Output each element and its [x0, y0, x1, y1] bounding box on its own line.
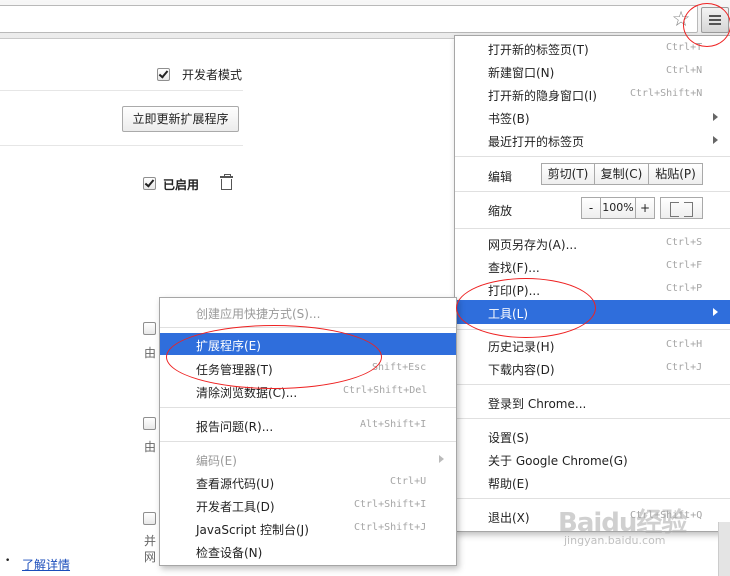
developer-mode-label: 开发者模式	[182, 68, 243, 82]
menu-item-inspect-devices[interactable]: 检查设备(N)	[160, 540, 456, 562]
submenu-arrow-icon	[713, 308, 718, 316]
scrollbar[interactable]	[718, 522, 730, 576]
extension-desc-text: 网	[144, 550, 157, 564]
menu-item-view-source[interactable]: 查看源代码(U) Ctrl+U	[160, 471, 456, 493]
paste-button[interactable]: 粘贴(P)	[648, 163, 703, 185]
extension-desc-text: 并	[144, 534, 157, 548]
extension-checkbox[interactable]	[143, 417, 156, 430]
menu-item-js-console[interactable]: JavaScript 控制台(J) Ctrl+Shift+J	[160, 517, 456, 539]
annotation-circle	[456, 278, 596, 338]
menu-item-report-issue[interactable]: 报告问题(R)... Alt+Shift+I	[160, 414, 456, 436]
menu-item-incognito[interactable]: 打开新的隐身窗口(I) Ctrl+Shift+N	[455, 83, 730, 105]
menu-item-signin[interactable]: 登录到 Chrome...	[455, 391, 730, 413]
learn-more-link[interactable]: 了解详情	[22, 556, 70, 573]
menu-item-new-window[interactable]: 新建窗口(N) Ctrl+N	[455, 60, 730, 82]
menu-item-help[interactable]: 帮助(E)	[455, 471, 730, 493]
menu-item-create-shortcuts[interactable]: 创建应用快捷方式(S)...	[160, 301, 456, 323]
divider	[0, 90, 243, 91]
baidu-watermark: Baidu经验 jingyan.baidu.com	[558, 508, 687, 547]
menu-item-new-tab[interactable]: 打开新的标签页(T) Ctrl+T	[455, 37, 730, 59]
enabled-label: 已启用	[163, 178, 200, 192]
extension-source-text: 由	[144, 346, 157, 360]
menu-item-downloads[interactable]: 下载内容(D) Ctrl+J	[455, 357, 730, 379]
cut-button[interactable]: 剪切(T)	[541, 163, 595, 185]
developer-mode-checkbox[interactable]	[157, 68, 170, 81]
update-extensions-button[interactable]: 立即更新扩展程序	[122, 106, 239, 132]
submenu-arrow-icon	[439, 455, 444, 463]
extension-checkbox[interactable]	[143, 512, 156, 525]
annotation-circle	[166, 325, 382, 389]
submenu-arrow-icon	[713, 113, 718, 121]
menu-item-dev-tools[interactable]: 开发者工具(D) Ctrl+Shift+I	[160, 494, 456, 516]
menu-item-bookmarks[interactable]: 书签(B)	[455, 106, 730, 128]
zoom-level: 100%	[600, 197, 636, 219]
address-bar[interactable]	[0, 5, 698, 33]
extension-checkbox[interactable]	[143, 322, 156, 335]
browser-toolbar: ☆	[0, 0, 730, 39]
annotation-circle	[683, 3, 730, 47]
menu-item-save-page[interactable]: 网页另存为(A)... Ctrl+S	[455, 232, 730, 254]
menu-item-history[interactable]: 历史记录(H) Ctrl+H	[455, 334, 730, 356]
bullet: •	[5, 556, 11, 566]
copy-button[interactable]: 复制(C)	[594, 163, 649, 185]
fullscreen-button[interactable]	[660, 197, 703, 219]
zoom-in-button[interactable]: +	[635, 197, 655, 219]
menu-item-settings[interactable]: 设置(S)	[455, 425, 730, 447]
menu-item-about[interactable]: 关于 Google Chrome(G)	[455, 448, 730, 470]
menu-item-recent-tabs[interactable]: 最近打开的标签页	[455, 129, 730, 151]
zoom-out-button[interactable]: -	[581, 197, 601, 219]
enabled-checkbox[interactable]	[143, 177, 156, 190]
menu-item-find[interactable]: 查找(F)... Ctrl+F	[455, 255, 730, 277]
submenu-arrow-icon	[713, 136, 718, 144]
extension-source-text: 由	[144, 440, 157, 454]
menu-item-encoding[interactable]: 编码(E)	[160, 448, 456, 470]
trash-icon[interactable]	[220, 174, 233, 190]
divider	[0, 145, 243, 146]
